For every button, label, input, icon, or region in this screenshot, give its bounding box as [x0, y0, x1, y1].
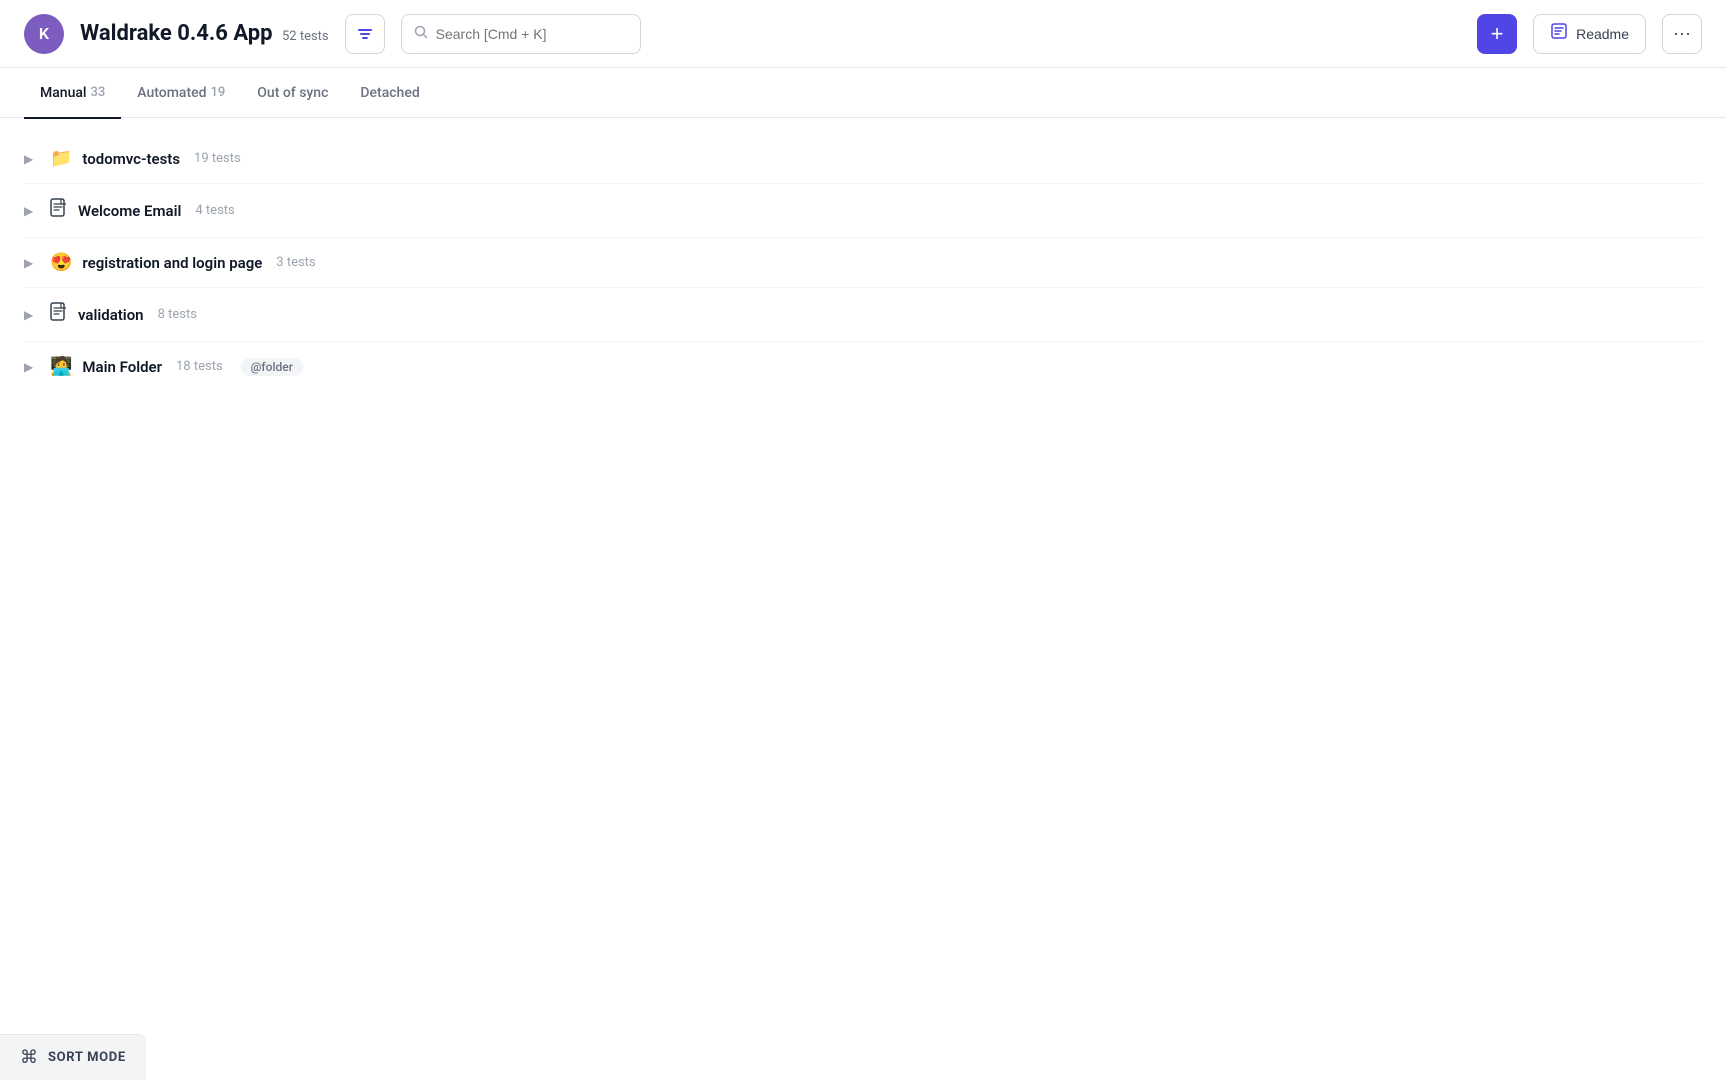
search-input[interactable]: [436, 26, 628, 42]
folder-name: registration and login page: [82, 254, 262, 272]
emoji-icon: 🧑‍💻: [50, 356, 72, 377]
search-box: [401, 14, 641, 54]
filter-button[interactable]: [345, 14, 385, 54]
header: K Waldrake 0.4.6 App 52 tests + Readme ·…: [0, 0, 1726, 68]
list-item[interactable]: ▶ 📁 todomvc-tests 19 tests: [24, 134, 1702, 184]
chevron-icon: ▶: [24, 204, 40, 218]
tab-automated-count: 19: [211, 85, 226, 100]
folder-tag: @folder: [241, 358, 303, 376]
tab-automated-label: Automated: [137, 85, 206, 101]
chevron-icon: ▶: [24, 256, 40, 270]
list-item[interactable]: ▶ Welcome Email 4 tests: [24, 184, 1702, 238]
list-item[interactable]: ▶ 😍 registration and login page 3 tests: [24, 238, 1702, 288]
list-item[interactable]: ▶ 🧑‍💻 Main Folder 18 tests @folder: [24, 342, 1702, 391]
bottom-bar[interactable]: ⌘ SORT MODE: [0, 1034, 146, 1080]
folder-icon: 📁: [50, 148, 72, 169]
readme-label: Readme: [1576, 26, 1629, 42]
folder-name: validation: [78, 306, 144, 324]
test-count-badge: 52 tests: [282, 29, 329, 44]
readme-button[interactable]: Readme: [1533, 14, 1646, 54]
tab-out-of-sync[interactable]: Out of sync: [241, 69, 344, 119]
doc-icon: [50, 302, 68, 327]
emoji-icon: 😍: [50, 252, 72, 273]
folder-test-count: 8 tests: [158, 307, 197, 322]
tabs-nav: Manual 33 Automated 19 Out of sync Detac…: [0, 68, 1726, 118]
folder-test-count: 19 tests: [194, 151, 241, 166]
chevron-icon: ▶: [24, 152, 40, 166]
folder-name: Main Folder: [82, 358, 162, 376]
sort-mode-icon: ⌘: [20, 1047, 38, 1068]
tab-detached-label: Detached: [360, 85, 419, 101]
folder-list: ▶ 📁 todomvc-tests 19 tests ▶ Welcome Ema…: [24, 134, 1702, 391]
tab-manual[interactable]: Manual 33: [24, 69, 121, 119]
tab-out-of-sync-label: Out of sync: [257, 85, 328, 101]
main-content: ▶ 📁 todomvc-tests 19 tests ▶ Welcome Ema…: [0, 118, 1726, 407]
sort-mode-label: SORT MODE: [48, 1050, 126, 1065]
folder-name: todomvc-tests: [82, 150, 180, 168]
folder-test-count: 18 tests: [176, 359, 223, 374]
tab-manual-count: 33: [90, 85, 105, 100]
chevron-icon: ▶: [24, 308, 40, 322]
list-item[interactable]: ▶ validation 8 tests: [24, 288, 1702, 342]
doc-icon: [50, 198, 68, 223]
more-button[interactable]: ···: [1662, 14, 1702, 54]
readme-icon: [1550, 22, 1568, 45]
tab-automated[interactable]: Automated 19: [121, 69, 241, 119]
app-title: Waldrake 0.4.6 App 52 tests: [80, 21, 329, 46]
tab-detached[interactable]: Detached: [344, 69, 435, 119]
filter-icon: [357, 26, 373, 42]
folder-test-count: 4 tests: [195, 203, 234, 218]
avatar: K: [24, 14, 64, 54]
search-icon: [414, 25, 428, 43]
add-button[interactable]: +: [1477, 14, 1517, 54]
folder-name: Welcome Email: [78, 202, 181, 220]
tab-manual-label: Manual: [40, 85, 86, 101]
chevron-icon: ▶: [24, 360, 40, 374]
folder-test-count: 3 tests: [276, 255, 315, 270]
